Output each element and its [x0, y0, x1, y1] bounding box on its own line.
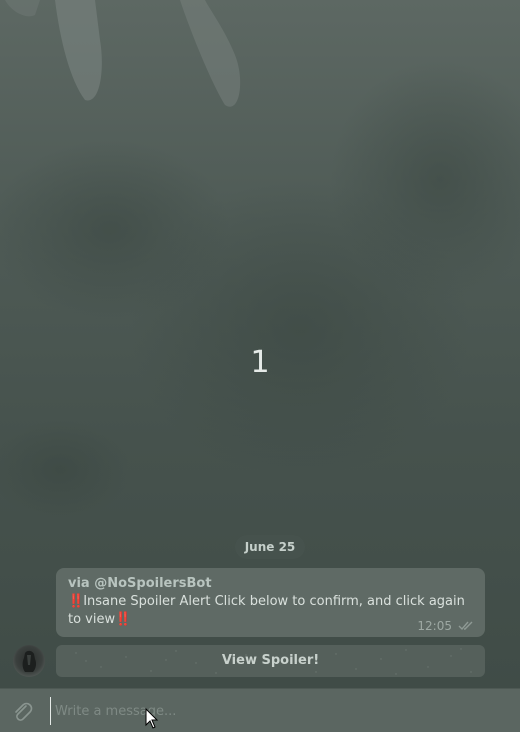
message-time: 12:05	[417, 619, 452, 633]
telegram-chat-window: 1 June 25 via @NoSpoilersBot ‼️Insane Sp…	[0, 0, 520, 732]
paperclip-icon[interactable]	[10, 700, 34, 724]
date-separator: June 25	[235, 535, 305, 559]
view-spoiler-button[interactable]: View Spoiler!	[56, 645, 485, 677]
message-composer	[0, 688, 520, 732]
avatar-figure-icon	[22, 650, 37, 672]
mouse-pointer-icon	[145, 708, 159, 729]
view-spoiler-label: View Spoiler!	[221, 653, 320, 668]
double-check-icon	[458, 621, 473, 631]
bot-avatar[interactable]	[13, 645, 45, 677]
message-input[interactable]	[50, 697, 490, 725]
message-meta: 12:05	[417, 619, 476, 633]
message-text: ‼️Insane Spoiler Alert Click below to co…	[68, 593, 468, 629]
double-exclamation-emoji: ‼️	[115, 612, 131, 627]
overlay-counter: 1	[250, 345, 270, 380]
double-exclamation-emoji: ‼️	[68, 594, 84, 609]
message-bubble[interactable]: via @NoSpoilersBot ‼️Insane Spoiler Aler…	[56, 568, 485, 637]
via-bot-label[interactable]: via @NoSpoilersBot	[68, 575, 473, 593]
